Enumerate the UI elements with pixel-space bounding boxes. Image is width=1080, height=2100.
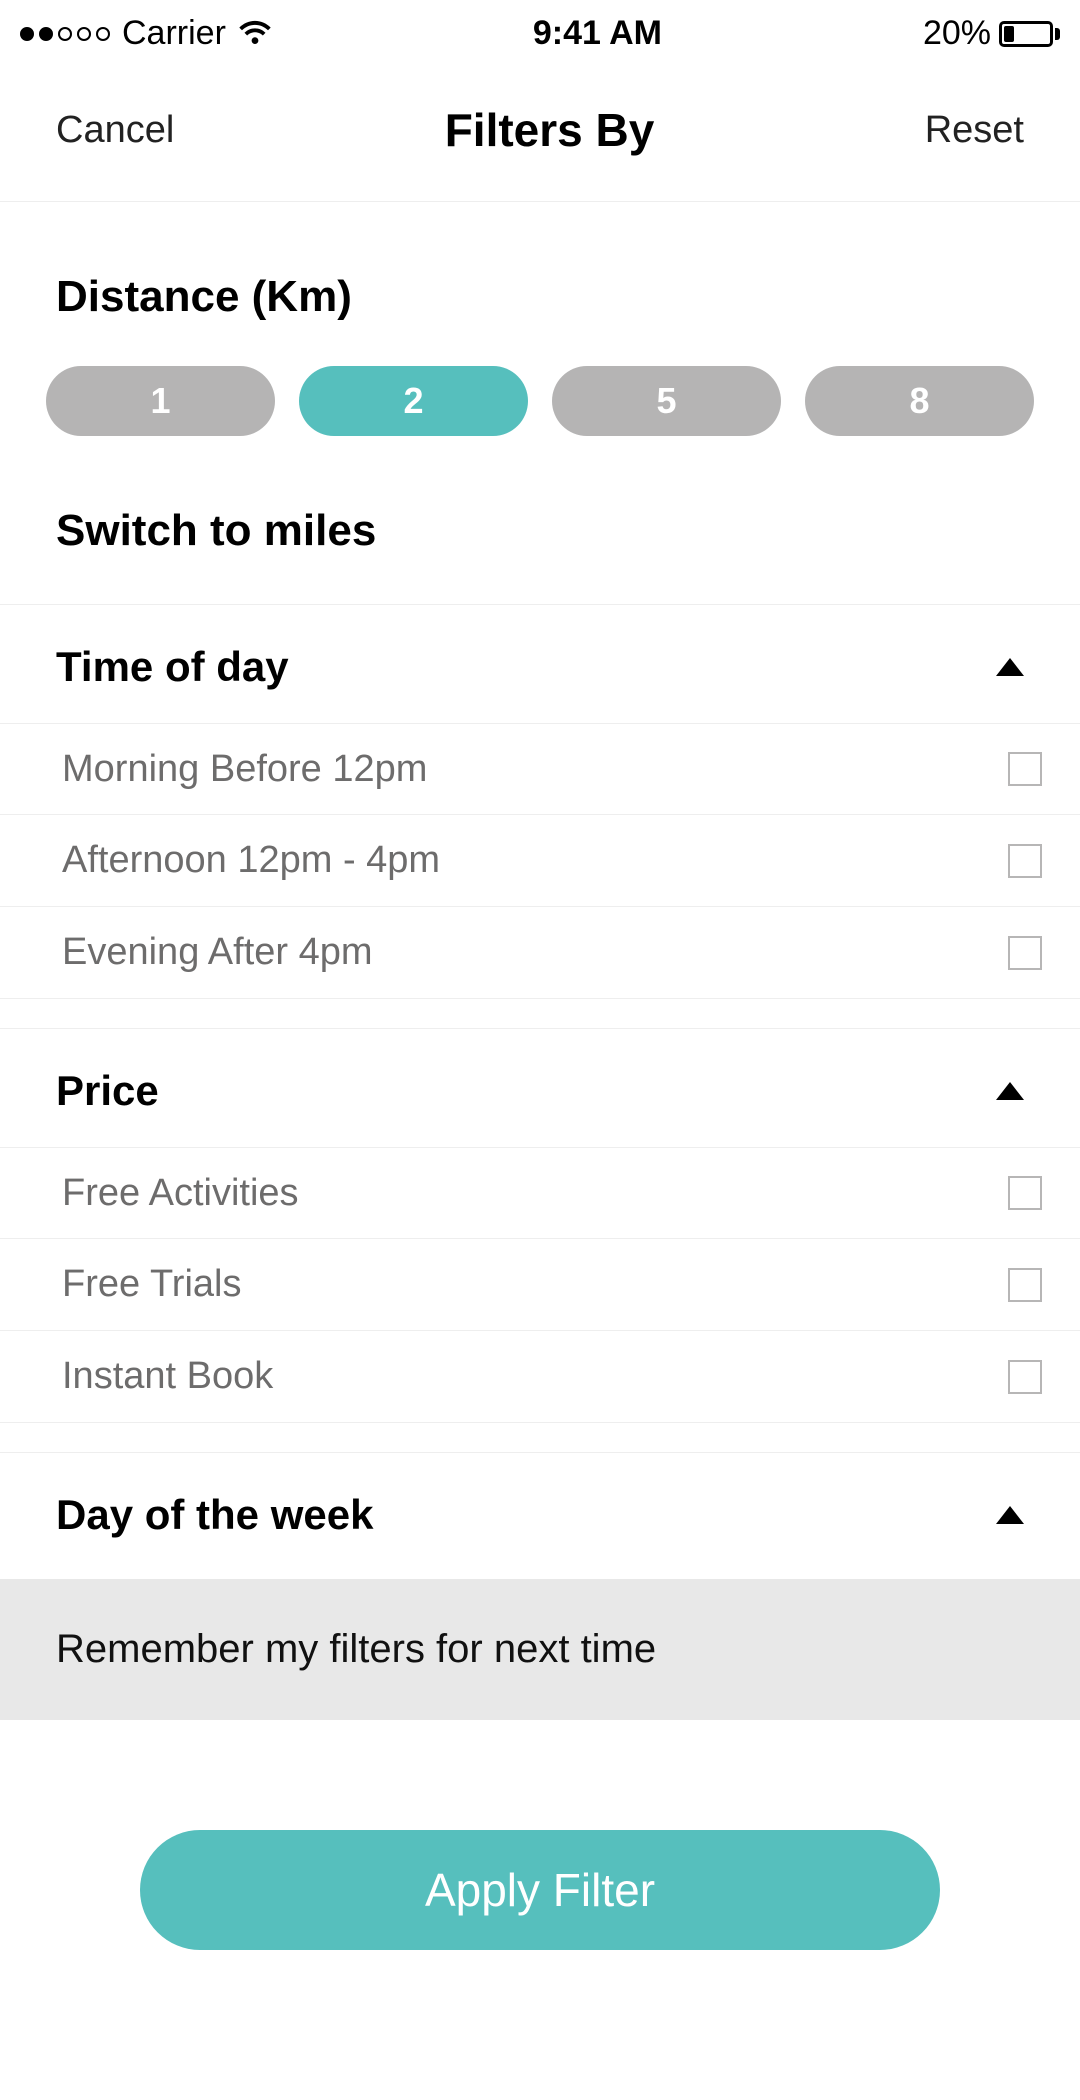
status-left: Carrier [20,14,272,53]
time-option-evening[interactable]: Evening After 4pm [0,907,1080,999]
checkbox[interactable] [1008,1268,1042,1302]
status-bar: Carrier 9:41 AM 20% [0,0,1080,63]
remember-filters-label: Remember my filters for next time [56,1627,1024,1672]
price-header[interactable]: Price [0,1029,1080,1147]
chevron-up-icon [996,658,1024,676]
chevron-up-icon [996,1082,1024,1100]
price-option-label: Instant Book [62,1355,273,1398]
switch-to-miles-button[interactable]: Switch to miles [0,506,1080,605]
chevron-up-icon [996,1506,1024,1524]
time-of-day-title: Time of day [56,643,289,691]
distance-pill-1[interactable]: 1 [46,366,275,436]
battery-percent-label: 20% [923,14,991,53]
checkbox[interactable] [1008,1360,1042,1394]
price-option-label: Free Activities [62,1172,299,1215]
time-option-label: Afternoon 12pm - 4pm [62,839,440,882]
day-of-week-title: Day of the week [56,1491,373,1539]
nav-bar: Cancel Filters By Reset [0,63,1080,202]
checkbox[interactable] [1008,752,1042,786]
time-option-morning[interactable]: Morning Before 12pm [0,723,1080,815]
price-title: Price [56,1067,159,1115]
remember-filters-row[interactable]: Remember my filters for next time [0,1579,1080,1720]
distance-options: 1 2 5 8 [0,366,1080,506]
time-of-day-header[interactable]: Time of day [0,605,1080,723]
apply-filter-button[interactable]: Apply Filter [140,1830,940,1950]
status-right: 20% [923,14,1060,53]
distance-heading: Distance (Km) [56,272,1024,322]
distance-pill-8[interactable]: 8 [805,366,1034,436]
battery-icon [999,21,1060,47]
time-option-label: Evening After 4pm [62,931,373,974]
carrier-label: Carrier [122,14,226,53]
price-option-free-trials[interactable]: Free Trials [0,1239,1080,1331]
checkbox[interactable] [1008,844,1042,878]
reset-button[interactable]: Reset [925,109,1024,152]
cancel-button[interactable]: Cancel [56,109,174,152]
time-option-label: Morning Before 12pm [62,748,427,791]
checkbox[interactable] [1008,936,1042,970]
signal-strength-icon [20,27,110,41]
price-option-label: Free Trials [62,1263,241,1306]
checkbox[interactable] [1008,1176,1042,1210]
status-time: 9:41 AM [533,14,662,53]
price-option-instant-book[interactable]: Instant Book [0,1331,1080,1423]
page-title: Filters By [445,103,655,157]
wifi-icon [238,14,272,53]
price-option-free-activities[interactable]: Free Activities [0,1147,1080,1239]
time-option-afternoon[interactable]: Afternoon 12pm - 4pm [0,815,1080,907]
day-of-week-header[interactable]: Day of the week [0,1453,1080,1571]
distance-pill-2[interactable]: 2 [299,366,528,436]
distance-pill-5[interactable]: 5 [552,366,781,436]
